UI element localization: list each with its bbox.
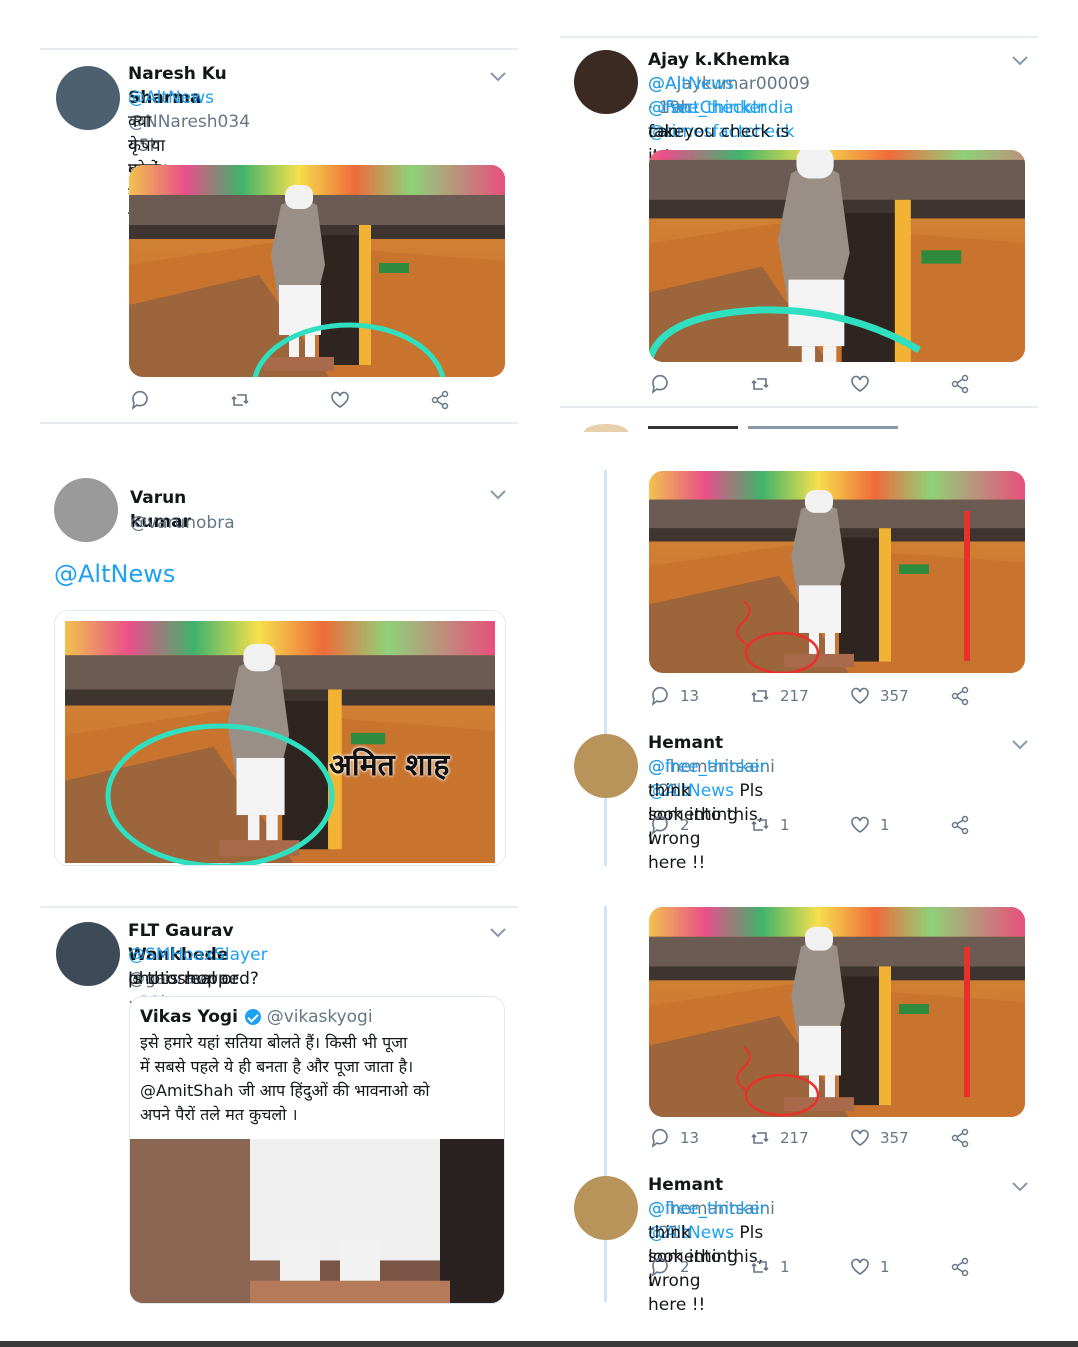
reply-count[interactable]: 13 — [650, 686, 699, 706]
tweet-photo[interactable] — [129, 165, 505, 377]
reply-count[interactable]: 2 — [650, 1257, 690, 1277]
share-icon[interactable] — [430, 390, 450, 410]
retweet-count[interactable]: 217 — [750, 1128, 809, 1148]
tweet-photo[interactable]: अमित शाह — [54, 610, 506, 866]
chevron-down-icon[interactable] — [490, 490, 506, 500]
retweet-icon[interactable] — [750, 815, 770, 835]
reply-icon[interactable] — [130, 390, 150, 410]
tweet-photo[interactable] — [649, 471, 1025, 673]
reply-icon[interactable] — [650, 815, 670, 835]
retweet-count[interactable]: 217 — [750, 686, 809, 706]
quote-user-name[interactable]: Vikas Yogi — [140, 1007, 238, 1027]
thread-line — [604, 906, 607, 1302]
mention[interactable]: @AltNews — [128, 86, 214, 110]
divider — [40, 422, 518, 424]
retweet-icon[interactable] — [750, 1128, 770, 1148]
like-icon[interactable] — [850, 686, 870, 706]
divider — [40, 906, 518, 908]
avatar[interactable] — [574, 734, 638, 798]
avatar[interactable] — [574, 50, 638, 114]
quote-header: Vikas Yogi @vikaskyogi — [140, 1005, 373, 1029]
mention[interactable]: @FactCheckIndia — [648, 98, 794, 118]
share-icon[interactable] — [950, 815, 970, 835]
divider — [40, 48, 518, 50]
chevron-down-icon[interactable] — [490, 72, 506, 82]
retweet-icon[interactable] — [750, 1257, 770, 1277]
chevron-down-icon[interactable] — [1012, 740, 1028, 750]
clipped-next-tweet — [580, 424, 1040, 432]
like-count[interactable]: 1 — [850, 1257, 890, 1277]
retweet-count[interactable]: 1 — [750, 815, 790, 835]
like-icon[interactable] — [850, 1128, 870, 1148]
reply-count[interactable]: 2 — [650, 815, 690, 835]
reply-icon[interactable] — [650, 374, 670, 394]
thread-line — [604, 470, 607, 866]
quote-text-line: इसे हमारे यहां सतिया बोलते हैं। किसी भी … — [140, 1033, 408, 1052]
share-icon[interactable] — [950, 374, 970, 394]
quote-user-handle[interactable]: @vikaskyogi — [267, 1007, 373, 1027]
quoted-tweet[interactable]: Vikas Yogi @vikaskyogi इसे हमारे यहां सत… — [129, 996, 505, 1304]
reply-icon[interactable] — [650, 1257, 670, 1277]
mention[interactable]: @AltNews — [54, 558, 175, 590]
chevron-down-icon[interactable] — [1012, 56, 1028, 66]
divider — [560, 36, 1038, 38]
quote-text-line: @AmitShah जी आप हिंदुओं की भावनाओ को — [140, 1081, 430, 1100]
bottom-bar — [0, 1341, 1078, 1347]
avatar[interactable] — [56, 66, 120, 130]
tweet-photo[interactable] — [649, 150, 1025, 362]
chevron-down-icon[interactable] — [1012, 1182, 1028, 1192]
reply-icon[interactable] — [650, 686, 670, 706]
divider — [560, 406, 1038, 408]
image-overlay-text: अमित शाह — [329, 748, 450, 783]
retweet-icon[interactable] — [750, 686, 770, 706]
avatar[interactable] — [54, 478, 118, 542]
user-handle[interactable]: @varunobra — [130, 511, 235, 535]
share-icon[interactable] — [950, 1128, 970, 1148]
share-icon[interactable] — [950, 1257, 970, 1277]
retweet-icon[interactable] — [230, 390, 250, 410]
verified-icon — [245, 1009, 262, 1025]
tweet-text-line: fake — [648, 122, 685, 142]
user-name[interactable]: Ajay k.Khemka — [648, 50, 790, 70]
avatar[interactable] — [56, 922, 120, 986]
like-count[interactable]: 357 — [850, 1128, 909, 1148]
avatar[interactable] — [574, 1176, 638, 1240]
tweet-text-line: photoshopped? — [128, 969, 259, 989]
mention[interactable]: @SMHoaxSlayer — [128, 945, 268, 965]
like-count[interactable]: 1 — [850, 815, 890, 835]
like-icon[interactable] — [850, 815, 870, 835]
retweet-count[interactable]: 1 — [750, 1257, 790, 1277]
tweet-photo[interactable] — [649, 907, 1025, 1117]
retweet-icon[interactable] — [750, 374, 770, 394]
user-name[interactable]: Hemant — [648, 733, 723, 753]
chevron-down-icon[interactable] — [490, 928, 506, 938]
user-name[interactable]: Hemant — [648, 1175, 723, 1195]
quote-text-line: में सबसे पहले ये ही बनता है और पूजा जाता… — [140, 1057, 414, 1076]
like-icon[interactable] — [850, 374, 870, 394]
quote-photo[interactable] — [130, 1139, 505, 1304]
share-icon[interactable] — [950, 686, 970, 706]
like-icon[interactable] — [330, 390, 350, 410]
like-icon[interactable] — [850, 1257, 870, 1277]
like-count[interactable]: 357 — [850, 686, 909, 706]
reply-icon[interactable] — [650, 1128, 670, 1148]
reply-count[interactable]: 13 — [650, 1128, 699, 1148]
quote-text-line: अपने पैरों तले मत कुचलो । — [140, 1105, 298, 1124]
